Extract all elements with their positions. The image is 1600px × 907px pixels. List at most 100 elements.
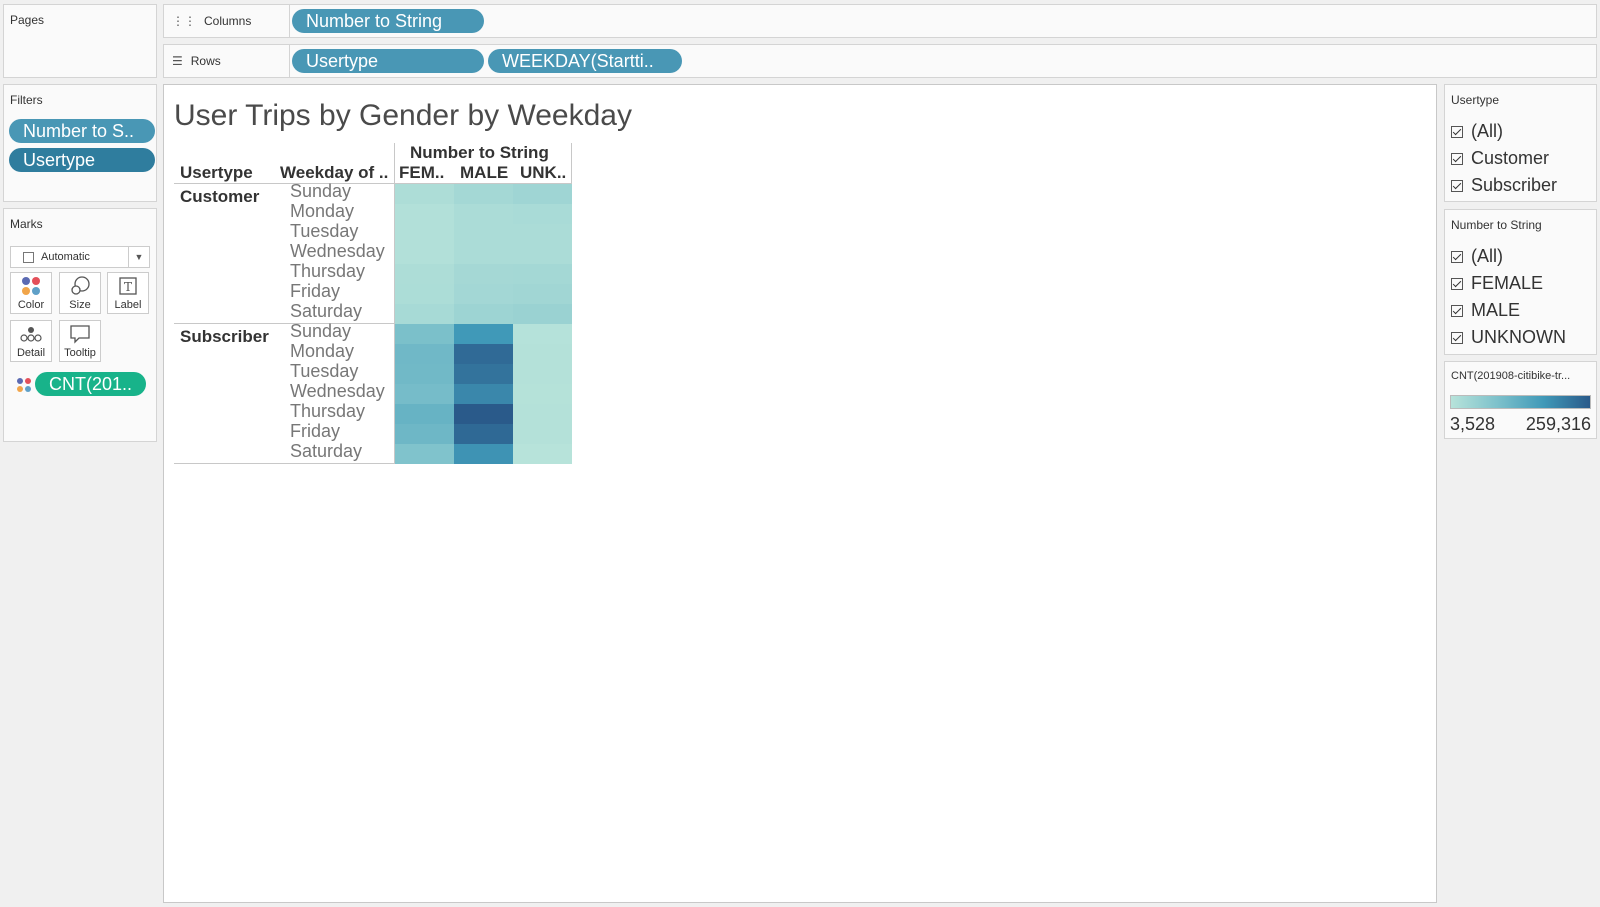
heatmap-cell[interactable] bbox=[513, 424, 572, 444]
checkbox-checked-icon[interactable] bbox=[1451, 152, 1463, 165]
heatmap-cell[interactable] bbox=[395, 284, 454, 304]
chevron-down-icon[interactable]: ▼ bbox=[128, 247, 149, 267]
shelf-divider bbox=[289, 5, 290, 37]
heatmap-cell[interactable] bbox=[454, 424, 513, 444]
heatmap-cell[interactable] bbox=[395, 204, 454, 224]
heatmap-cell[interactable] bbox=[395, 424, 454, 444]
heatmap-cell[interactable] bbox=[395, 404, 454, 424]
heatmap-cell[interactable] bbox=[395, 444, 454, 464]
heatmap-cell[interactable] bbox=[395, 324, 454, 344]
heatmap-cell[interactable] bbox=[513, 324, 572, 344]
heatmap-cell[interactable] bbox=[513, 384, 572, 404]
checkbox-checked-icon[interactable] bbox=[1451, 331, 1463, 344]
heatmap-cell[interactable] bbox=[513, 344, 572, 364]
heatmap-cell[interactable] bbox=[395, 364, 454, 384]
pages-label: Pages bbox=[10, 13, 45, 27]
tooltip-button[interactable]: Tooltip bbox=[59, 320, 101, 362]
heatmap-cell[interactable] bbox=[454, 224, 513, 244]
header-weekday: Weekday of .. bbox=[280, 163, 389, 182]
weekday-label: Wednesday bbox=[290, 381, 385, 401]
gender-option-unknown[interactable]: UNKNOWN bbox=[1451, 327, 1566, 348]
heatmap-cell[interactable] bbox=[513, 224, 572, 244]
heatmap-cell[interactable] bbox=[513, 304, 572, 324]
heatmap-cell[interactable] bbox=[513, 204, 572, 224]
filters-label: Filters bbox=[10, 93, 43, 107]
detail-button[interactable]: Detail bbox=[10, 320, 52, 362]
rows-pill-weekday[interactable]: WEEKDAY(Startti.. bbox=[488, 49, 682, 73]
heatmap-table: Number to String Usertype Weekday of .. … bbox=[174, 143, 584, 464]
heatmap-cell[interactable] bbox=[395, 344, 454, 364]
weekday-label: Saturday bbox=[290, 301, 363, 321]
heatmap-cell[interactable] bbox=[454, 284, 513, 304]
usertype-option-customer[interactable]: Customer bbox=[1451, 148, 1549, 169]
checkbox-checked-icon[interactable] bbox=[1451, 277, 1463, 290]
heatmap-cell[interactable] bbox=[513, 404, 572, 424]
heatmap-cell[interactable] bbox=[395, 264, 454, 284]
heatmap-cell[interactable] bbox=[513, 284, 572, 304]
heatmap-cell[interactable] bbox=[395, 224, 454, 244]
checkbox-checked-icon[interactable] bbox=[1451, 179, 1463, 192]
header-usertype: Usertype bbox=[180, 163, 253, 182]
weekday-label: Tuesday bbox=[290, 221, 359, 241]
pages-card[interactable]: Pages bbox=[3, 4, 157, 78]
size-icon bbox=[60, 273, 100, 299]
heatmap-cell[interactable] bbox=[513, 364, 572, 384]
color-legend-title: CNT(201908-citibike-tr... bbox=[1451, 370, 1571, 382]
rows-shelf[interactable]: ☰ Rows Usertype WEEKDAY(Startti.. bbox=[163, 44, 1597, 78]
heatmap-cell[interactable] bbox=[454, 384, 513, 404]
gender-filter-card[interactable]: Number to String (All) FEMALE MALE UNKNO… bbox=[1444, 209, 1597, 355]
header-col-male: MALE bbox=[460, 163, 509, 182]
usertype-filter-card[interactable]: Usertype (All) Customer Subscriber bbox=[1444, 84, 1597, 202]
heatmap-cell[interactable] bbox=[395, 304, 454, 324]
filter-pill-usertype[interactable]: Usertype bbox=[9, 148, 155, 172]
color-button[interactable]: Color bbox=[10, 272, 52, 314]
header-col-unknown: UNK.. bbox=[520, 163, 567, 182]
marks-pill-cnt[interactable]: CNT(201.. bbox=[35, 372, 146, 396]
color-dots-icon bbox=[16, 377, 32, 398]
heatmap-cell[interactable] bbox=[454, 444, 513, 464]
gender-option-male[interactable]: MALE bbox=[1451, 300, 1520, 321]
filter-pill-number-to-string[interactable]: Number to S.. bbox=[9, 119, 155, 143]
filters-card[interactable]: Filters Number to S.. Usertype bbox=[3, 84, 157, 202]
label-button[interactable]: T Label bbox=[107, 272, 149, 314]
usertype-option-all[interactable]: (All) bbox=[1451, 121, 1503, 142]
weekday-label: Monday bbox=[290, 201, 355, 221]
mark-type-square-icon bbox=[23, 252, 34, 263]
heatmap-cell[interactable] bbox=[513, 444, 572, 464]
columns-shelf[interactable]: ⋮⋮ Columns Number to String bbox=[163, 4, 1597, 38]
size-button[interactable]: Size bbox=[59, 272, 101, 314]
weekday-label: Monday bbox=[290, 341, 355, 361]
heatmap-cell[interactable] bbox=[454, 184, 513, 204]
checkbox-checked-icon[interactable] bbox=[1451, 304, 1463, 317]
group-customer: Customer bbox=[180, 187, 260, 206]
weekday-label: Thursday bbox=[290, 401, 366, 421]
heatmap-cell[interactable] bbox=[513, 244, 572, 264]
heatmap-cell[interactable] bbox=[454, 404, 513, 424]
heatmap-cell[interactable] bbox=[395, 184, 454, 204]
rows-pill-usertype[interactable]: Usertype bbox=[292, 49, 484, 73]
heatmap-cell[interactable] bbox=[513, 184, 572, 204]
checkbox-checked-icon[interactable] bbox=[1451, 250, 1463, 263]
color-legend-card[interactable]: CNT(201908-citibike-tr... 3,528 259,316 bbox=[1444, 361, 1597, 439]
mark-type-dropdown[interactable]: Automatic ▼ bbox=[10, 246, 150, 268]
heatmap-cell[interactable] bbox=[395, 244, 454, 264]
gender-option-female[interactable]: FEMALE bbox=[1451, 273, 1543, 294]
checkbox-checked-icon[interactable] bbox=[1451, 125, 1463, 138]
heatmap-cell[interactable] bbox=[454, 204, 513, 224]
viz-area: User Trips by Gender by Weekday Number t… bbox=[163, 84, 1437, 903]
heatmap-cell[interactable] bbox=[454, 244, 513, 264]
heatmap-cell[interactable] bbox=[395, 384, 454, 404]
columns-pill-number-to-string[interactable]: Number to String bbox=[292, 9, 484, 33]
shelf-divider bbox=[289, 45, 290, 77]
weekday-label: Friday bbox=[290, 421, 341, 441]
usertype-option-subscriber[interactable]: Subscriber bbox=[1451, 175, 1557, 196]
heatmap-cell[interactable] bbox=[454, 344, 513, 364]
heatmap-cell[interactable] bbox=[454, 264, 513, 284]
heatmap-cell[interactable] bbox=[454, 364, 513, 384]
heatmap-cell[interactable] bbox=[513, 264, 572, 284]
weekday-label: Friday bbox=[290, 281, 341, 301]
group-subscriber: Subscriber bbox=[180, 327, 269, 346]
gender-option-all[interactable]: (All) bbox=[1451, 246, 1503, 267]
heatmap-cell[interactable] bbox=[454, 324, 513, 344]
heatmap-cell[interactable] bbox=[454, 304, 513, 324]
